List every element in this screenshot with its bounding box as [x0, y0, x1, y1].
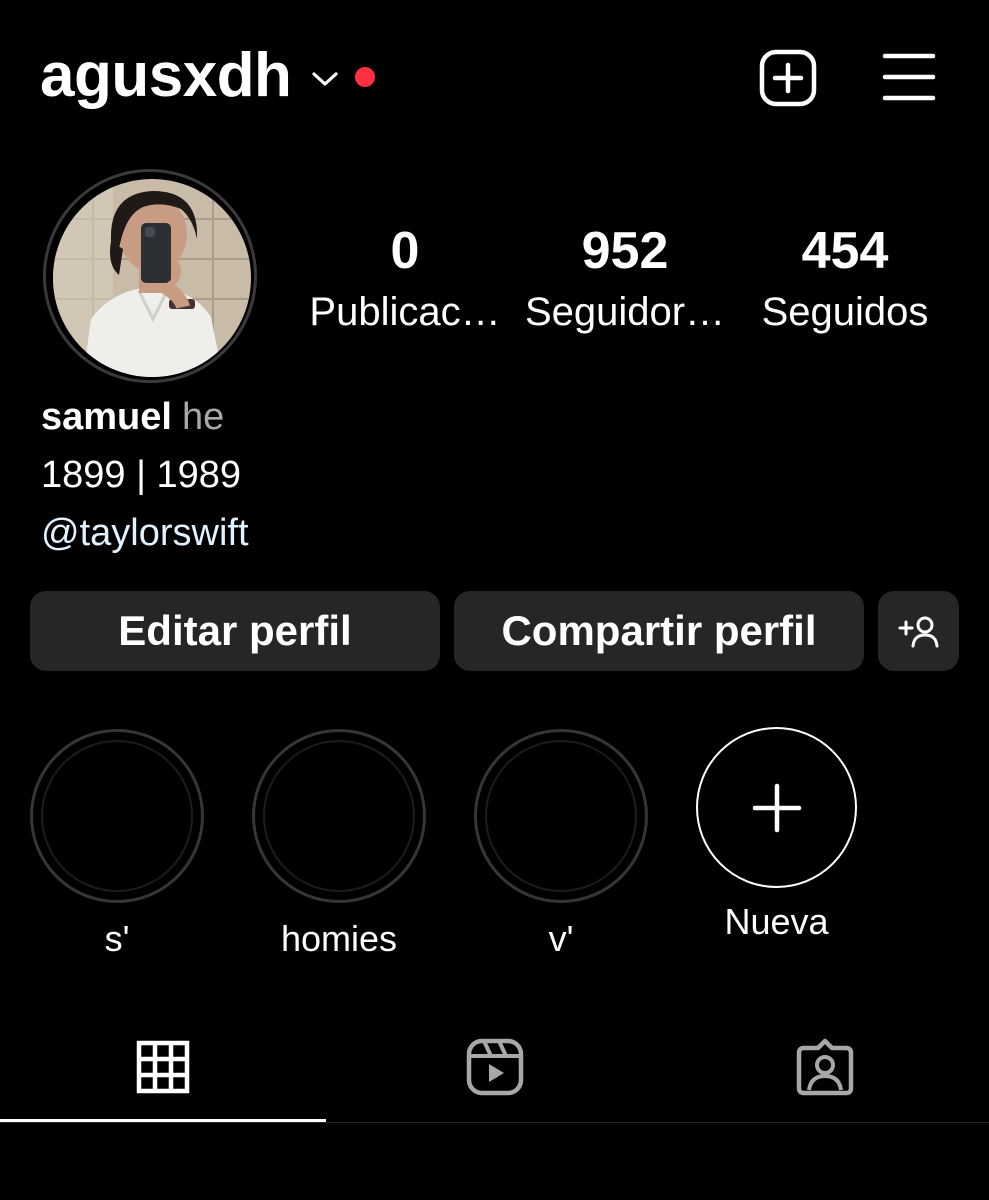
- tagged-icon: [796, 1038, 853, 1095]
- tab-reels[interactable]: [330, 1010, 660, 1123]
- highlight-item[interactable]: homies: [252, 729, 426, 961]
- tab-tagged[interactable]: [660, 1010, 989, 1123]
- new-post-button[interactable]: [758, 48, 818, 108]
- menu-icon: [882, 53, 936, 101]
- following-label: Seguidos: [761, 290, 929, 334]
- avatar[interactable]: [53, 179, 251, 377]
- discover-people-button[interactable]: [878, 591, 959, 671]
- tab-posts-grid[interactable]: [0, 1010, 326, 1123]
- notification-dot: [355, 67, 376, 87]
- followers-value: 952: [581, 222, 669, 280]
- highlight-cover: [30, 729, 204, 903]
- posts-value: 0: [390, 222, 420, 280]
- new-highlight-circle: [696, 727, 857, 888]
- profile-photo: [53, 179, 251, 377]
- menu-button[interactable]: [880, 48, 940, 108]
- followers-label: Seguidor…: [524, 290, 726, 334]
- bio-text: 1899 | 1989: [41, 454, 242, 496]
- highlight-item[interactable]: v': [474, 729, 648, 961]
- tabs-divider: [0, 1122, 989, 1123]
- display-name: samuel: [41, 396, 172, 438]
- add-person-icon: [898, 616, 938, 648]
- grid-icon: [136, 1040, 190, 1093]
- share-profile-button[interactable]: Compartir perfil: [454, 591, 864, 671]
- highlight-cover: [252, 729, 426, 903]
- highlight-label: v': [548, 918, 574, 959]
- highlight-label: s': [104, 918, 130, 959]
- following-value: 454: [801, 222, 889, 280]
- following-count[interactable]: 454 Seguidos: [738, 220, 952, 338]
- highlight-item[interactable]: s': [30, 729, 204, 961]
- top-bar: agusxdh: [0, 0, 989, 150]
- plus-icon: [752, 783, 801, 832]
- bio-mention-link[interactable]: @taylorswift: [41, 504, 249, 562]
- chevron-down-icon: [311, 69, 339, 89]
- username: agusxdh: [40, 41, 292, 110]
- account-switcher[interactable]: agusxdh: [40, 40, 376, 112]
- profile-tabs: [0, 1010, 989, 1123]
- new-highlight-label: Nueva: [724, 901, 829, 942]
- bio-name-line: samuel he: [41, 388, 249, 446]
- followers-count[interactable]: 952 Seguidor…: [516, 220, 734, 338]
- posts-count[interactable]: 0 Publicac…: [296, 220, 514, 338]
- highlight-cover: [474, 729, 648, 903]
- edit-profile-button[interactable]: Editar perfil: [30, 591, 440, 671]
- reels-icon: [466, 1038, 524, 1095]
- new-highlight-button[interactable]: Nueva: [696, 727, 857, 944]
- new-post-icon: [759, 49, 817, 107]
- highlight-label: homies: [280, 918, 398, 959]
- pronouns: he: [181, 396, 225, 438]
- posts-label: Publicac…: [309, 290, 501, 334]
- bio: samuel he 1899 | 1989 @taylorswift: [41, 388, 249, 562]
